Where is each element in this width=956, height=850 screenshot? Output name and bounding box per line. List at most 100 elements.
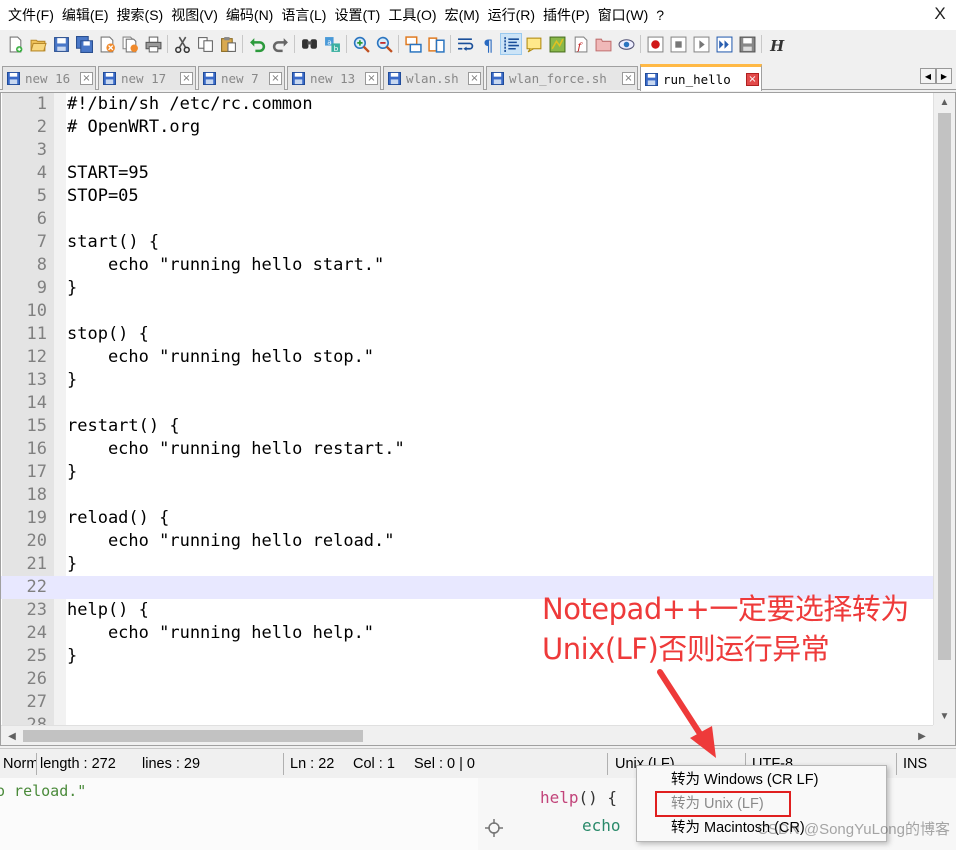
tab-new-16[interactable]: new 16 × bbox=[2, 66, 96, 90]
menu-run[interactable]: 运行(R) bbox=[484, 4, 539, 26]
tab-wlan-force-sh[interactable]: wlan_force.sh × bbox=[486, 66, 638, 90]
menu-tools[interactable]: 工具(O) bbox=[384, 4, 440, 26]
print-icon[interactable] bbox=[142, 33, 164, 55]
code-text[interactable]: restart() { bbox=[67, 415, 180, 438]
code-line[interactable]: 13} bbox=[1, 369, 933, 392]
code-line[interactable]: 17} bbox=[1, 461, 933, 484]
code-line[interactable]: 11 stop() { bbox=[1, 323, 933, 346]
replace-icon[interactable]: ab bbox=[321, 33, 343, 55]
open-file-icon[interactable] bbox=[27, 33, 49, 55]
code-line[interactable]: 7 start() { bbox=[1, 231, 933, 254]
tab-close-icon[interactable]: × bbox=[622, 72, 635, 85]
run-macro-multiple-icon[interactable] bbox=[713, 33, 735, 55]
code-line[interactable]: 14 bbox=[1, 392, 933, 415]
code-line[interactable]: 9} bbox=[1, 277, 933, 300]
code-text[interactable]: } bbox=[67, 645, 77, 668]
close-all-icon[interactable] bbox=[119, 33, 141, 55]
close-icon[interactable] bbox=[96, 33, 118, 55]
tab-close-icon[interactable]: × bbox=[180, 72, 193, 85]
code-text[interactable]: echo "running hello restart." bbox=[67, 438, 405, 461]
code-text[interactable]: } bbox=[67, 369, 77, 392]
code-text[interactable]: #!/bin/sh /etc/rc.common bbox=[67, 93, 313, 116]
code-line[interactable]: 4 START=95 bbox=[1, 162, 933, 185]
sync-horizontal-icon[interactable] bbox=[425, 33, 447, 55]
tab-new-7[interactable]: new 7 × bbox=[198, 66, 285, 90]
tab-run-hello[interactable]: run_hello × bbox=[640, 64, 762, 91]
show-all-chars-icon[interactable]: ¶ bbox=[477, 33, 499, 55]
code-text[interactable]: reload() { bbox=[67, 507, 169, 530]
menu-help[interactable]: ? bbox=[652, 4, 668, 26]
code-text[interactable]: # OpenWRT.org bbox=[67, 116, 200, 139]
sync-vertical-icon[interactable] bbox=[402, 33, 424, 55]
code-text[interactable]: echo "running hello stop." bbox=[67, 346, 374, 369]
code-line[interactable]: 1 #!/bin/sh /etc/rc.common bbox=[1, 93, 933, 116]
save-icon[interactable] bbox=[50, 33, 72, 55]
code-line[interactable]: 2 # OpenWRT.org bbox=[1, 116, 933, 139]
code-line[interactable]: 5 STOP=05 bbox=[1, 185, 933, 208]
udl-icon[interactable] bbox=[523, 33, 545, 55]
tab-new-13[interactable]: new 13 × bbox=[287, 66, 381, 90]
menu-encoding[interactable]: 编码(N) bbox=[222, 4, 277, 26]
scroll-up-icon[interactable]: ▲ bbox=[934, 93, 955, 111]
code-line[interactable]: 10 bbox=[1, 300, 933, 323]
tab-close-icon[interactable]: × bbox=[365, 72, 378, 85]
code-line[interactable]: 3 bbox=[1, 139, 933, 162]
code-line[interactable]: 20 echo "running hello reload." bbox=[1, 530, 933, 553]
copy-icon[interactable] bbox=[194, 33, 216, 55]
code-text[interactable]: start() { bbox=[67, 231, 159, 254]
tab-new-17[interactable]: new 17 × bbox=[98, 66, 196, 90]
code-text[interactable]: } bbox=[67, 553, 77, 576]
code-line[interactable]: 28 bbox=[1, 714, 933, 725]
doc-map-icon[interactable] bbox=[546, 33, 568, 55]
play-macro-icon[interactable] bbox=[690, 33, 712, 55]
code-line[interactable]: 12 echo "running hello stop." bbox=[1, 346, 933, 369]
code-text[interactable]: } bbox=[67, 461, 77, 484]
record-macro-icon[interactable] bbox=[644, 33, 666, 55]
menu-window[interactable]: 窗口(W) bbox=[594, 4, 653, 26]
code-line[interactable]: 27 bbox=[1, 691, 933, 714]
code-text[interactable]: help() { bbox=[67, 599, 149, 622]
code-line[interactable]: 16 echo "running hello restart." bbox=[1, 438, 933, 461]
scroll-down-icon[interactable]: ▼ bbox=[934, 707, 955, 725]
menu-language[interactable]: 语言(L) bbox=[277, 4, 330, 26]
save-all-icon[interactable] bbox=[73, 33, 95, 55]
menu-item-convert-windows[interactable]: 转为 Windows (CR LF) bbox=[637, 768, 886, 792]
tab-close-icon[interactable]: × bbox=[269, 72, 282, 85]
code-line[interactable]: 21} bbox=[1, 553, 933, 576]
tab-scroll-left-icon[interactable]: ◀ bbox=[920, 68, 936, 84]
horizontal-scroll-thumb[interactable] bbox=[23, 730, 363, 742]
horizontal-scrollbar[interactable]: ◀ ▶ bbox=[1, 725, 933, 745]
close-document-button[interactable]: X bbox=[930, 4, 950, 24]
code-text[interactable]: echo "running hello start." bbox=[67, 254, 384, 277]
menu-plugins[interactable]: 插件(P) bbox=[539, 4, 594, 26]
menu-search[interactable]: 搜索(S) bbox=[113, 4, 168, 26]
code-line[interactable]: 15 restart() { bbox=[1, 415, 933, 438]
menu-edit[interactable]: 编辑(E) bbox=[58, 4, 113, 26]
code-text[interactable]: START=95 bbox=[67, 162, 149, 185]
vertical-scroll-thumb[interactable] bbox=[938, 113, 951, 660]
menu-settings[interactable]: 设置(T) bbox=[330, 4, 384, 26]
tab-wlan-sh[interactable]: wlan.sh × bbox=[383, 66, 484, 90]
code-text[interactable]: STOP=05 bbox=[67, 185, 139, 208]
code-text[interactable]: echo "running hello reload." bbox=[67, 530, 395, 553]
code-line[interactable]: 26 bbox=[1, 668, 933, 691]
monitoring-icon[interactable] bbox=[615, 33, 637, 55]
scroll-right-icon[interactable]: ▶ bbox=[913, 726, 931, 746]
zoom-out-icon[interactable] bbox=[373, 33, 395, 55]
menu-macro[interactable]: 宏(M) bbox=[441, 4, 484, 26]
tab-close-icon[interactable]: × bbox=[468, 72, 481, 85]
text-direction-icon[interactable]: H bbox=[765, 33, 787, 55]
zoom-in-icon[interactable] bbox=[350, 33, 372, 55]
word-wrap-icon[interactable] bbox=[454, 33, 476, 55]
function-list-icon[interactable]: f bbox=[569, 33, 591, 55]
code-text[interactable]: echo "running hello help." bbox=[67, 622, 374, 645]
cut-icon[interactable] bbox=[171, 33, 193, 55]
paste-icon[interactable] bbox=[217, 33, 239, 55]
indent-guide-icon[interactable] bbox=[500, 33, 522, 55]
menu-view[interactable]: 视图(V) bbox=[167, 4, 222, 26]
find-icon[interactable] bbox=[298, 33, 320, 55]
code-line[interactable]: 19 reload() { bbox=[1, 507, 933, 530]
undo-icon[interactable] bbox=[246, 33, 268, 55]
menu-file[interactable]: 文件(F) bbox=[4, 4, 58, 26]
code-line[interactable]: 8 echo "running hello start." bbox=[1, 254, 933, 277]
